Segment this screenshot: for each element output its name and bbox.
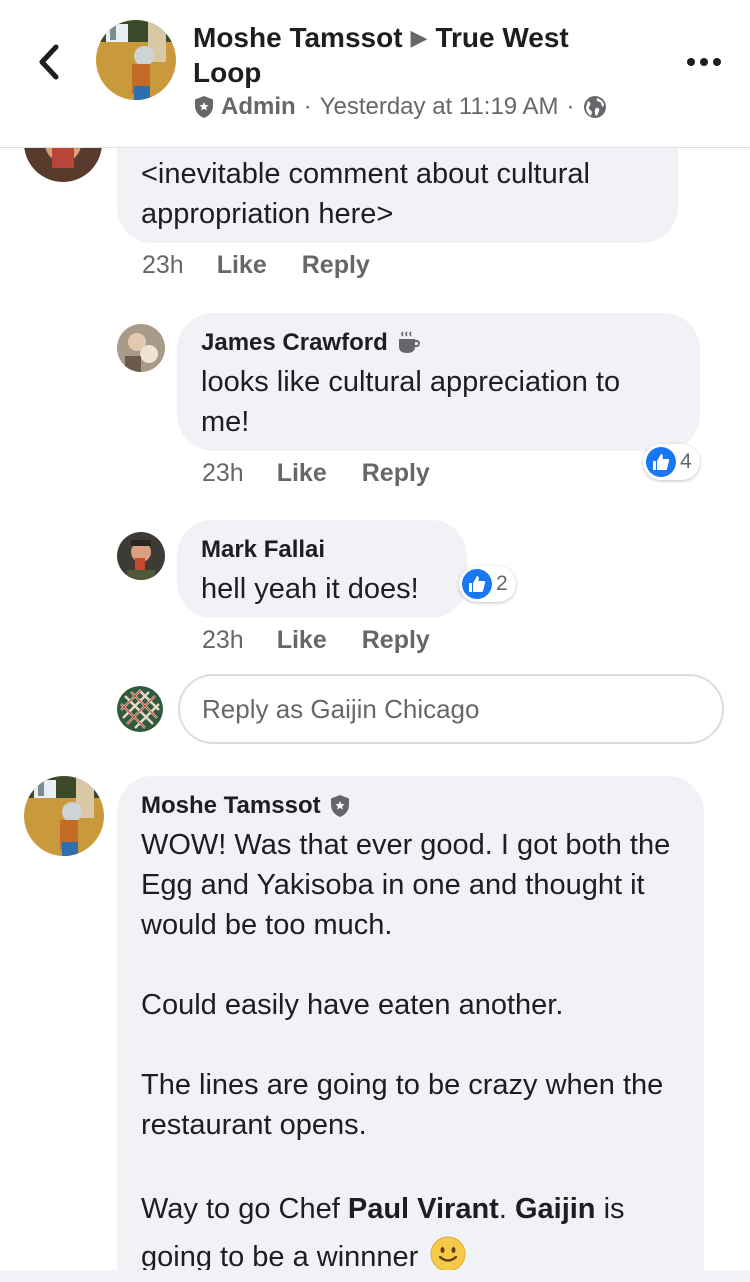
comment-time[interactable]: 23h: [142, 251, 184, 280]
comment-bubble: James Crawford looks like cultural appre…: [177, 313, 700, 451]
meta-separator: ·: [566, 93, 575, 120]
post-timestamp[interactable]: Yesterday at 11:19 AM: [320, 93, 559, 121]
author-name[interactable]: Mark Fallai: [201, 536, 325, 564]
thumbs-up-icon: [646, 447, 676, 477]
comment-author: Moshe Tamssot: [141, 792, 680, 820]
comment-author: James Crawford: [201, 329, 676, 357]
meta-separator: ·: [303, 93, 312, 120]
text-segment: Way to go Chef: [141, 1193, 348, 1225]
post-header: Moshe Tamssot ▶ True West Loop Admin · Yes…: [0, 0, 750, 148]
shield-icon: [195, 96, 213, 118]
tagged-page[interactable]: Gaijin: [515, 1193, 596, 1225]
reaction-count[interactable]: 2: [459, 566, 516, 602]
comment-actions: 23h Like Reply: [142, 251, 370, 280]
comment-paragraph: Could easily have eaten another.: [141, 989, 564, 1021]
comment-text: hell yeah it does!: [201, 573, 419, 605]
comment-bubble: Mark Fallai hell yeah it does!: [177, 520, 467, 618]
admin-label: Admin: [221, 93, 296, 120]
smiley-emoji-icon: [430, 1236, 466, 1272]
text-segment: .: [498, 1193, 515, 1225]
reply-link[interactable]: Reply: [302, 251, 370, 280]
reaction-number: 2: [496, 572, 508, 595]
more-options-button[interactable]: [680, 42, 728, 82]
more-dots-icon: [687, 58, 721, 66]
chevron-left-icon: [39, 44, 59, 80]
tagged-person[interactable]: Paul Virant: [348, 1193, 499, 1225]
comment-paragraph: The lines are going to be crazy when the…: [141, 1069, 664, 1141]
reaction-number: 4: [680, 450, 692, 473]
comment-time[interactable]: 23h: [202, 626, 244, 655]
reply-input[interactable]: Reply as Gaijin Chicago: [178, 674, 724, 744]
post-meta: Admin · Yesterday at 11:19 AM ·: [193, 93, 607, 121]
author-avatar[interactable]: [96, 20, 176, 100]
comment-paragraph: WOW! Was that ever good. I got both the …: [141, 829, 671, 941]
globe-icon: [583, 96, 606, 118]
thumbs-up-icon: [462, 569, 492, 599]
bottom-divider: [0, 1270, 750, 1282]
page-avatar: [117, 686, 163, 732]
reaction-count[interactable]: 4: [643, 444, 700, 480]
comment-bubble: Moshe Tamssot WOW! Was that ever good. I…: [117, 776, 704, 1282]
shield-icon: [330, 795, 349, 817]
coffee-cup-icon: [398, 331, 420, 353]
comment-actions: 23h Like Reply: [202, 626, 430, 655]
comment-text: looks like cultural appreciation to me!: [201, 366, 621, 438]
comment-paragraph: Way to go Chef Paul Virant. Gaijin is go…: [141, 1185, 680, 1281]
post-title: Moshe Tamssot ▶ True West Loop: [193, 20, 633, 90]
reply-placeholder: Reply as Gaijin Chicago: [202, 693, 480, 724]
like-link[interactable]: Like: [277, 459, 327, 488]
arrow-right-icon: ▶: [410, 25, 428, 50]
author-name[interactable]: Moshe Tamssot: [193, 22, 403, 53]
like-link[interactable]: Like: [217, 251, 267, 280]
comment-time[interactable]: 23h: [202, 459, 244, 488]
reply-link[interactable]: Reply: [362, 459, 430, 488]
author-name[interactable]: Moshe Tamssot: [141, 792, 321, 820]
author-name[interactable]: James Crawford: [201, 329, 388, 357]
comment-author: Mark Fallai: [201, 536, 443, 564]
reply-link[interactable]: Reply: [362, 626, 430, 655]
comment-actions: 23h Like Reply: [202, 459, 430, 488]
commenter-avatar[interactable]: [117, 532, 165, 580]
like-link[interactable]: Like: [277, 626, 327, 655]
commenter-avatar[interactable]: [24, 776, 104, 856]
back-button[interactable]: [28, 40, 68, 84]
comment-text: <inevitable comment about cultural appro…: [141, 158, 590, 230]
commenter-avatar[interactable]: [117, 324, 165, 372]
